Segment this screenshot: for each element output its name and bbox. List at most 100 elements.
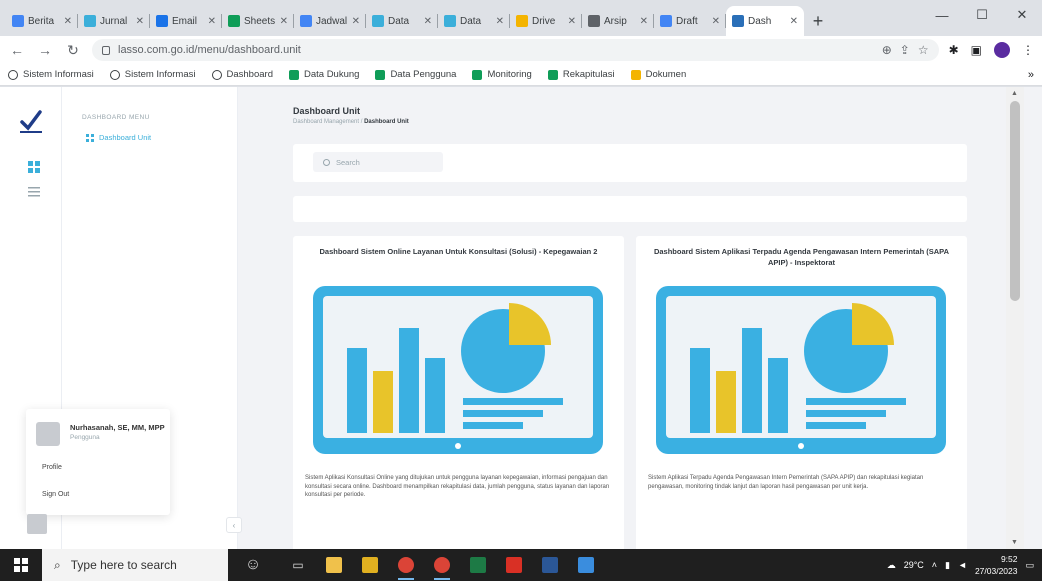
tab-label: Email — [172, 15, 198, 27]
pdf-reader-icon[interactable] — [500, 549, 528, 581]
user-popup-menu: Nurhasanah, SE, MM, MPP Pengguna Profile… — [26, 409, 170, 515]
tab-label: Jurnal — [100, 15, 128, 27]
tab-close-icon[interactable]: ✕ — [790, 16, 798, 27]
browser-tab[interactable]: Email ✕ — [150, 6, 222, 36]
browser-tab[interactable]: Berita ✕ — [6, 6, 78, 36]
user-role: Pengguna — [70, 434, 100, 441]
search-input[interactable]: Search — [313, 152, 443, 172]
address-bar[interactable]: lasso.com.go.id/menu/dashboard.unit ⊕ ⇪ … — [92, 39, 939, 61]
tab-close-icon[interactable]: ✕ — [712, 16, 720, 27]
extensions-icon[interactable]: ✱ — [949, 43, 959, 57]
scroll-up-icon[interactable]: ▲ — [1011, 90, 1018, 97]
dashboard-card-title[interactable]: Dashboard Sistem Online Layanan Untuk Ko… — [307, 246, 610, 257]
tab-favicon-icon — [372, 15, 384, 27]
share-icon[interactable]: ⇪ — [900, 43, 910, 57]
tray-expand-icon[interactable]: ˄ — [932, 560, 937, 570]
cortana-icon[interactable]: ☺ — [228, 549, 278, 581]
close-window-button[interactable]: ✕ — [1002, 0, 1042, 30]
dashboard-card[interactable]: Dashboard Sistem Aplikasi Terpadu Agenda… — [636, 236, 967, 549]
bookmark-item[interactable]: Data Pengguna — [375, 69, 456, 80]
browser-toolbar: ← → ↻ lasso.com.go.id/menu/dashboard.uni… — [0, 36, 1042, 64]
back-icon[interactable]: ← — [8, 42, 26, 58]
scroll-thumb[interactable] — [1010, 101, 1020, 301]
sidepanel-icon[interactable]: ▣ — [971, 43, 982, 57]
task-view-icon[interactable]: ▭ — [284, 549, 312, 581]
browser-tab[interactable]: Drive ✕ — [510, 6, 582, 36]
forward-icon[interactable]: → — [36, 42, 54, 58]
excel-icon[interactable] — [464, 549, 492, 581]
bookmark-star-icon[interactable]: ☆ — [918, 43, 929, 57]
user-menu-avatar[interactable] — [27, 514, 47, 534]
maximize-button[interactable]: ☐ — [962, 0, 1002, 30]
browser-tab[interactable]: Jadwal ✕ — [294, 6, 366, 36]
tab-favicon-icon — [588, 15, 600, 27]
tab-favicon-icon — [300, 15, 312, 27]
tab-close-icon[interactable]: ✕ — [352, 16, 360, 27]
filter-card — [293, 196, 967, 222]
tab-close-icon[interactable]: ✕ — [64, 16, 72, 27]
start-button[interactable] — [0, 549, 42, 581]
bookmark-label: Dashboard — [226, 69, 273, 80]
tab-close-icon[interactable]: ✕ — [496, 16, 504, 27]
dashboard-card[interactable]: Dashboard Sistem Online Layanan Untuk Ko… — [293, 236, 624, 549]
weather-text[interactable]: 29°C — [904, 560, 924, 570]
bookmark-item[interactable]: Rekapitulasi — [547, 69, 615, 80]
chrome-icon[interactable] — [392, 549, 420, 581]
browser-tab[interactable]: Data ✕ — [366, 6, 438, 36]
tab-close-icon[interactable]: ✕ — [424, 16, 432, 27]
chrome-icon-2[interactable] — [428, 549, 456, 581]
sidebar-item-dashboard-unit[interactable]: Dashboard Unit — [86, 133, 151, 142]
tab-favicon-icon — [84, 15, 96, 27]
weather-icon[interactable]: ☁ — [887, 560, 896, 571]
browser-tab[interactable]: Draft ✕ — [654, 6, 726, 36]
breadcrumb-parent[interactable]: Dashboard Management — [293, 119, 359, 125]
sign-out-link[interactable]: Sign Out — [42, 491, 69, 498]
browser-tab[interactable]: Dash ✕ — [726, 6, 804, 36]
volume-icon[interactable]: ◄ — [958, 560, 967, 570]
profile-avatar[interactable] — [994, 42, 1010, 58]
bookmark-label: Sistem Informasi — [23, 69, 94, 80]
browser-tab[interactable]: Jurnal ✕ — [78, 6, 150, 36]
notifications-icon[interactable]: ▭ — [1025, 560, 1034, 571]
reload-icon[interactable]: ↻ — [64, 42, 82, 59]
file-explorer-icon[interactable] — [320, 549, 348, 581]
word-icon[interactable] — [536, 549, 564, 581]
bookmark-item[interactable]: Monitoring — [472, 69, 532, 80]
tab-favicon-icon — [12, 15, 24, 27]
network-icon[interactable]: ▮ — [945, 560, 950, 571]
zoom-icon[interactable]: ⊕ — [882, 43, 892, 57]
browser-tab[interactable]: Data ✕ — [438, 6, 510, 36]
taskbar-search-placeholder: Type here to search — [70, 558, 177, 572]
page-scrollbar[interactable]: ▲ ▼ — [1006, 87, 1024, 549]
browser-tab[interactable]: Arsip ✕ — [582, 6, 654, 36]
bookmark-item[interactable]: Dokumen — [630, 69, 686, 80]
list-icon[interactable] — [28, 186, 40, 198]
dashboard-illustration[interactable] — [313, 286, 603, 466]
dashboard-card-title[interactable]: Dashboard Sistem Aplikasi Terpadu Agenda… — [650, 246, 953, 268]
bookmarks-overflow-icon[interactable]: » — [1028, 69, 1034, 81]
tab-close-icon[interactable]: ✕ — [136, 16, 144, 27]
dashboard-icon[interactable] — [28, 161, 40, 173]
browser-tab[interactable]: Sheets ✕ — [222, 6, 294, 36]
clock[interactable]: 9:52 27/03/2023 — [975, 553, 1018, 577]
bookmark-item[interactable]: Sistem Informasi — [8, 69, 94, 80]
scroll-down-icon[interactable]: ▼ — [1011, 539, 1018, 546]
bookmark-item[interactable]: Sistem Informasi — [109, 69, 196, 80]
tab-close-icon[interactable]: ✕ — [640, 16, 648, 27]
tab-close-icon[interactable]: ✕ — [280, 16, 288, 27]
minimize-button[interactable]: — — [922, 0, 962, 30]
tab-close-icon[interactable]: ✕ — [208, 16, 216, 27]
taskbar-search-input[interactable]: ⌕ Type here to search — [42, 549, 228, 581]
tab-close-icon[interactable]: ✕ — [568, 16, 576, 27]
notes-app-icon[interactable] — [356, 549, 384, 581]
new-tab-button[interactable]: + — [804, 6, 832, 36]
page-title: Dashboard Unit — [293, 106, 361, 116]
photos-icon[interactable] — [572, 549, 600, 581]
tab-label: Drive — [532, 15, 556, 27]
browser-menu-icon[interactable]: ⋮ — [1022, 43, 1034, 57]
grid-icon — [86, 133, 94, 142]
profile-link[interactable]: Profile — [42, 464, 62, 471]
bookmark-item[interactable]: Dashboard — [211, 69, 273, 80]
dashboard-illustration[interactable] — [656, 286, 946, 466]
bookmark-item[interactable]: Data Dukung — [288, 69, 359, 80]
